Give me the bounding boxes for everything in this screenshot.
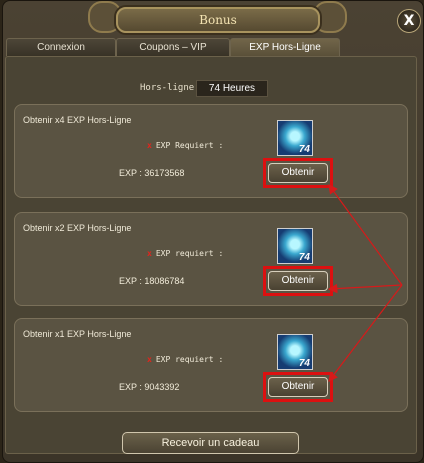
highlight-box: Obtenir <box>263 158 333 188</box>
tab-exp-hors-ligne[interactable]: EXP Hors-Ligne <box>230 38 340 56</box>
offer-title: Obtenir x1 EXP Hors-Ligne <box>23 329 132 339</box>
missing-mark-icon: x <box>147 141 152 150</box>
exp-potion-icon: 74 <box>277 120 313 156</box>
exp-requirement: x EXP Requiert : <box>147 141 223 150</box>
highlight-box: Obtenir <box>263 266 333 296</box>
receive-gift-button[interactable]: Recevoir un cadeau <box>122 432 299 454</box>
exp-amount: EXP : 36173568 <box>119 168 185 178</box>
tab-coupons-vip[interactable]: Coupons – VIP <box>116 38 230 56</box>
obtain-button-x2[interactable]: Obtenir <box>268 271 328 291</box>
offer-box-x1: Obtenir x1 EXP Hors-Ligne x EXP requiert … <box>14 318 408 412</box>
requirement-label: EXP requiert : <box>155 355 224 364</box>
obtain-button-x4[interactable]: Obtenir <box>268 163 328 183</box>
offer-box-x4: Obtenir x4 EXP Hors-Ligne x EXP Requiert … <box>14 104 408 198</box>
item-count: 74 <box>298 144 310 155</box>
obtain-button-x1[interactable]: Obtenir <box>268 377 328 397</box>
window-title-plate: Bonus <box>116 7 320 33</box>
offer-box-x2: Obtenir x2 EXP Hors-Ligne x EXP requiert … <box>14 212 408 306</box>
offline-hours-value: 74 Heures <box>196 80 268 97</box>
exp-potion-icon: 74 <box>277 228 313 264</box>
exp-requirement: x EXP requiert : <box>147 249 223 258</box>
missing-mark-icon: x <box>147 355 152 364</box>
exp-amount: EXP : 18086784 <box>119 276 185 286</box>
requirement-label: EXP Requiert : <box>155 141 224 150</box>
offer-title: Obtenir x4 EXP Hors-Ligne <box>23 115 132 125</box>
highlight-box: Obtenir <box>263 372 333 402</box>
close-icon[interactable]: X <box>397 9 421 33</box>
offer-title: Obtenir x2 EXP Hors-Ligne <box>23 223 132 233</box>
tab-connexion[interactable]: Connexion <box>6 38 116 56</box>
window-title: Bonus <box>199 13 237 27</box>
missing-mark-icon: x <box>147 249 152 258</box>
exp-requirement: x EXP requiert : <box>147 355 223 364</box>
item-count: 74 <box>298 358 310 369</box>
requirement-label: EXP requiert : <box>155 249 224 258</box>
exp-amount: EXP : 9043392 <box>119 382 180 392</box>
exp-potion-icon: 74 <box>277 334 313 370</box>
offline-hours-label: Hors-ligne <box>140 83 195 93</box>
item-count: 74 <box>298 252 310 263</box>
